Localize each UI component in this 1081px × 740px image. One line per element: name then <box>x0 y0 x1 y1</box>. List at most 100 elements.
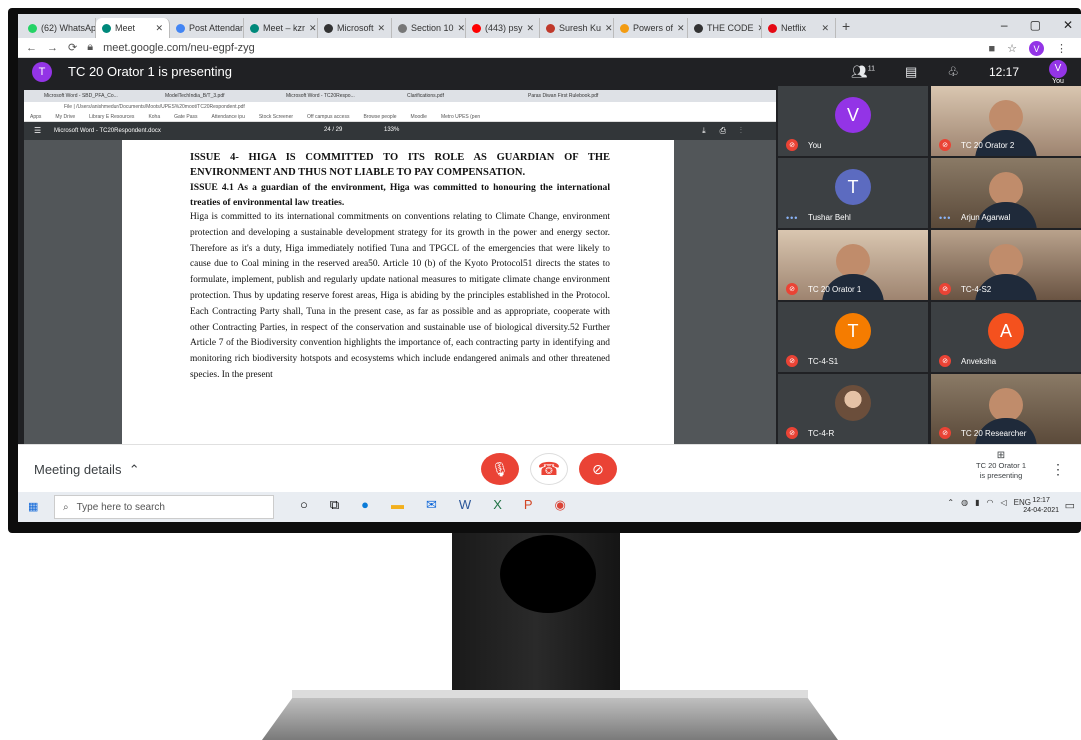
shared-tab: ModelTechIndia_B/T_3.pdf <box>165 93 225 99</box>
tab-favicon-icon <box>768 23 777 33</box>
forward-icon[interactable]: → <box>47 42 58 54</box>
tray-network-icon[interactable]: ◍ <box>961 498 968 507</box>
tab-close-icon[interactable]: ✕ <box>677 23 685 34</box>
maximize-icon[interactable]: ▢ <box>1030 18 1041 32</box>
shared-url: File | /Users/anishmedur/Documents/Moots… <box>24 102 776 112</box>
tray-wifi-icon[interactable]: ◠ <box>987 498 994 507</box>
word-icon[interactable]: W <box>459 497 471 513</box>
chrome-menu-icon[interactable]: ⋮ <box>1056 42 1067 55</box>
activities-icon[interactable]: ♧ <box>947 64 959 80</box>
windows-start-icon[interactable]: ▦ <box>28 500 38 513</box>
window-controls: – ▢ ✕ <box>1001 18 1073 32</box>
browser-tab[interactable]: Microsoft ✕ <box>318 18 392 38</box>
participant-name: TC-4-S2 <box>961 285 992 294</box>
minimize-icon[interactable]: – <box>1001 18 1008 32</box>
tab-close-icon[interactable]: ✕ <box>155 23 163 34</box>
presenting-chip[interactable]: ⊞ TC 20 Orator 1 is presenting <box>956 451 1046 481</box>
tray-volume-icon[interactable]: ◁ <box>1001 498 1007 507</box>
camera-indicator-icon[interactable]: ■ <box>988 43 995 55</box>
presenting-chip-line2: is presenting <box>979 471 1023 480</box>
browser-tab[interactable]: Meet – kzr ✕ <box>244 18 318 38</box>
powerpoint-icon[interactable]: P <box>524 497 533 513</box>
address-bar: ← → ⟳ 🔒︎ meet.google.com/neu-egpf-zyg ■ … <box>18 38 1081 58</box>
cortana-icon[interactable]: ○ <box>300 497 308 513</box>
participant-tile[interactable]: T ⊘ TC-4-S1 <box>778 302 928 372</box>
shared-screen: Microsoft Word - SBD_PFA_Co... ModelTechI… <box>18 86 778 444</box>
task-view-icon[interactable]: ⧉ <box>330 497 339 513</box>
tab-close-icon[interactable]: ✕ <box>821 23 829 34</box>
chat-icon[interactable]: ▤ <box>905 64 917 80</box>
browser-tab[interactable]: Netflix ✕ <box>762 18 836 38</box>
taskbar-clock[interactable]: 12:17 24-04-2021 <box>1023 496 1059 516</box>
monitor: (62) WhatsApp✕Meet✕Post Attendance✕Meet … <box>0 0 1081 740</box>
notification-icon[interactable]: ▭ <box>1065 499 1075 512</box>
tab-close-icon[interactable]: ✕ <box>605 23 613 34</box>
present-screen-icon: ⊞ <box>996 450 1006 461</box>
edge-icon[interactable]: ● <box>361 497 369 513</box>
tab-label: Netflix <box>781 23 807 33</box>
tab-label: Meet – kzr <box>263 23 306 33</box>
participant-tile[interactable]: ⊘ TC 20 Orator 1 <box>778 230 928 300</box>
back-icon[interactable]: ← <box>26 42 37 54</box>
profile-avatar[interactable]: V <box>1029 41 1044 56</box>
chrome-icon[interactable]: ◉ <box>555 497 566 513</box>
browser-tab[interactable]: Suresh Ku ✕ <box>540 18 614 38</box>
browser-tabbar: (62) WhatsApp✕Meet✕Post Attendance✕Meet … <box>18 14 1081 38</box>
file-explorer-icon[interactable]: ▬ <box>391 497 404 513</box>
participant-tile[interactable]: V ⊘ You <box>778 86 928 156</box>
tab-favicon-icon <box>250 23 259 33</box>
taskbar-apps: ○ ⧉ ● ▬ ✉ W X P ◉ <box>300 497 566 513</box>
tray-chevron-icon[interactable]: ⌃ <box>947 498 954 507</box>
more-options-icon[interactable]: ⋮ <box>1051 461 1065 478</box>
issue-heading: ISSUE 4- HIGA IS COMMITTED TO ITS ROLE A… <box>190 152 610 178</box>
browser-tab[interactable]: Section 10 ✕ <box>392 18 466 38</box>
presenting-chip-line1: TC 20 Orator 1 <box>975 461 1027 470</box>
tab-label: Microsoft <box>337 23 374 33</box>
tab-list: (62) WhatsApp✕Meet✕Post Attendance✕Meet … <box>22 14 836 38</box>
tab-favicon-icon <box>324 23 333 33</box>
participant-tile[interactable]: ⊘ TC 20 Orator 2 <box>931 86 1081 156</box>
shared-bookmark: Stock Screener <box>258 113 294 120</box>
tab-favicon-icon <box>102 23 111 33</box>
meeting-details-button[interactable]: Meeting details ⌃ <box>34 462 140 478</box>
bookmark-star-icon[interactable]: ☆ <box>1007 42 1017 55</box>
mic-muted-icon: ⊘ <box>786 427 798 439</box>
mic-toggle-button[interactable]: 🎙︎ <box>481 453 519 485</box>
chevron-up-icon: ⌃ <box>125 462 140 477</box>
browser-tab[interactable]: (62) WhatsApp✕ <box>22 18 96 38</box>
speaking-indicator-icon: ••• <box>786 213 799 223</box>
tab-favicon-icon <box>176 23 185 33</box>
shared-bookmark: Gate Pass <box>174 113 198 120</box>
excel-icon[interactable]: X <box>493 497 502 513</box>
tab-close-icon[interactable]: ✕ <box>309 23 317 34</box>
participant-tile[interactable]: ⊘ TC-4-R <box>778 374 928 444</box>
browser-tab[interactable]: (443) psy ✕ <box>466 18 540 38</box>
browser-tab[interactable]: Meet ✕ <box>96 18 170 38</box>
participant-tile[interactable]: ⊘ TC 20 Researcher <box>931 374 1081 444</box>
browser-tab[interactable]: Post Attendance✕ <box>170 18 244 38</box>
participant-tile[interactable]: ••• Arjun Agarwal <box>931 158 1081 228</box>
tab-close-icon[interactable]: ✕ <box>458 23 465 34</box>
reload-icon[interactable]: ⟳ <box>68 41 77 54</box>
participant-video-face <box>836 244 870 278</box>
url-field[interactable]: meet.google.com/neu-egpf-zyg <box>103 42 255 54</box>
participant-tile[interactable]: ⊘ TC-4-S2 <box>931 230 1081 300</box>
leave-call-button[interactable]: ☎︎ <box>530 453 568 485</box>
close-window-icon[interactable]: ✕ <box>1063 18 1073 32</box>
participant-tile[interactable]: T ••• Tushar Behl <box>778 158 928 228</box>
tab-label: (62) WhatsApp <box>41 23 96 33</box>
self-view-chip[interactable]: V You <box>1049 59 1067 85</box>
camera-toggle-button[interactable]: ⊘ <box>579 453 617 485</box>
new-tab-button[interactable]: + <box>842 18 850 34</box>
participant-tile[interactable]: A ⊘ Anveksha <box>931 302 1081 372</box>
people-icon[interactable]: 👥︎11 <box>851 64 875 80</box>
browser-tab[interactable]: Powers of ✕ <box>614 18 688 38</box>
browser-tab[interactable]: THE CODE✕ <box>688 18 762 38</box>
taskbar-search[interactable]: ⌕ Type here to search <box>54 495 274 519</box>
pdf-zoom-level: 133% <box>384 127 400 133</box>
meet-toolbar: 👥︎11 ▤ ♧ 12:17 V You <box>851 58 1067 86</box>
tray-battery-icon[interactable]: ▮ <box>975 498 979 507</box>
tab-close-icon[interactable]: ✕ <box>527 23 535 34</box>
tab-close-icon[interactable]: ✕ <box>378 23 386 34</box>
mail-icon[interactable]: ✉ <box>426 497 437 513</box>
